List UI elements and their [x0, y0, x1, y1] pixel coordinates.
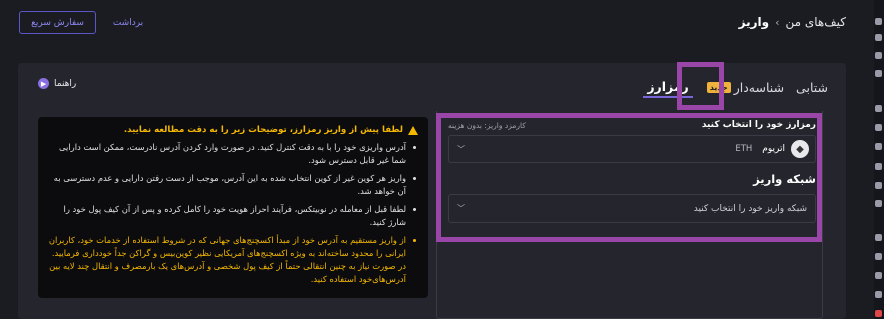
id-card-icon[interactable]	[875, 234, 882, 241]
crypto-select-header: رمزارز خود را انتخاب کنید کارمزد واریز: …	[448, 120, 816, 130]
coin-symbol: ETH	[735, 144, 753, 154]
coin-name: اتریوم	[762, 144, 785, 154]
select-crypto-label: رمزارز خود را انتخاب کنید	[701, 120, 816, 130]
crypto-select[interactable]: ◆ اتریوم ETH ﹀	[448, 135, 816, 163]
notice-title: لطفا پیش از واریز رمزارز، توضیحات زیر را…	[48, 124, 418, 137]
users-icon[interactable]	[875, 163, 882, 170]
notice-item: لطفا قبل از معامله در نوبیتکس، فرآیند اح…	[48, 203, 418, 229]
ethereum-icon: ◆	[791, 140, 809, 158]
tab-id-deposit[interactable]: شناسه‌دار جدید	[705, 80, 784, 95]
calendar-icon[interactable]	[875, 200, 882, 207]
breadcrumb-deposit: واریز	[738, 15, 770, 29]
deposit-tabs: شتابی شناسه‌دار جدید رمزارز	[643, 77, 828, 98]
wallet-icon[interactable]	[875, 18, 882, 25]
report-icon[interactable]	[875, 105, 882, 112]
gift-icon[interactable]	[875, 143, 882, 150]
notice-item: واریز هر کوین غیر از کوین انتخاب شده به …	[48, 172, 418, 198]
selected-coin: ◆ اتریوم ETH	[735, 140, 809, 158]
breadcrumb: کیف‌های من › واریز	[739, 15, 846, 29]
chevron-down-icon: ﹀	[457, 204, 465, 213]
settings-icon[interactable]	[875, 182, 882, 189]
guide-link[interactable]: راهنما ▶	[38, 78, 76, 89]
notice-title-text: لطفا پیش از واریز رمزارز، توضیحات زیر را…	[123, 125, 403, 135]
quick-order-button[interactable]: سفارش سریع	[19, 11, 96, 34]
notice-list: آدرس واریزی خود را با به دقت کنترل کنید.…	[48, 141, 418, 286]
network-placeholder: شبکه واریز خود را انتخاب کنید	[693, 203, 807, 214]
breadcrumb-my-wallets[interactable]: کیف‌های من	[785, 15, 846, 29]
orders-icon[interactable]	[875, 70, 882, 77]
network-title: شبکه واریز	[753, 172, 816, 186]
chevron-left-icon: ›	[775, 15, 780, 29]
withdraw-button[interactable]: برداشت	[108, 11, 148, 34]
right-sidebar	[874, 0, 884, 319]
notice-warning-item: از واریز مستقیم به آدرس خود از مبدأ اکسچ…	[48, 234, 418, 286]
deposit-notice: لطفا پیش از واریز رمزارز، توضیحات زیر را…	[38, 117, 428, 298]
history-icon[interactable]	[875, 124, 882, 131]
network-select[interactable]: شبکه واریز خود را انتخاب کنید ﹀	[448, 194, 816, 223]
play-icon: ▶	[38, 78, 49, 89]
logout-icon[interactable]	[875, 310, 882, 317]
tab-fiat[interactable]: شتابی	[796, 80, 828, 95]
chevron-down-icon: ﹀	[457, 144, 465, 154]
warning-icon	[408, 126, 418, 135]
deposit-form: رمزارز خود را انتخاب کنید کارمزد واریز: …	[448, 120, 816, 235]
new-badge: جدید	[706, 82, 731, 93]
chart-icon[interactable]	[875, 34, 882, 41]
help-icon[interactable]	[875, 291, 882, 298]
tab-id-deposit-label: شناسه‌دار	[733, 80, 785, 95]
guide-label: راهنما	[54, 78, 77, 89]
top-bar: کیف‌های من › واریز سفارش سریع برداشت	[0, 0, 884, 44]
notice-item: آدرس واریزی خود را با به دقت کنترل کنید.…	[48, 141, 418, 167]
exchange-icon[interactable]	[875, 52, 882, 59]
shield-icon[interactable]	[875, 253, 882, 260]
tab-crypto[interactable]: رمزارز	[643, 77, 693, 98]
fee-note: کارمزد واریز: بدون هزینه	[448, 120, 526, 130]
support-icon[interactable]	[875, 272, 882, 279]
